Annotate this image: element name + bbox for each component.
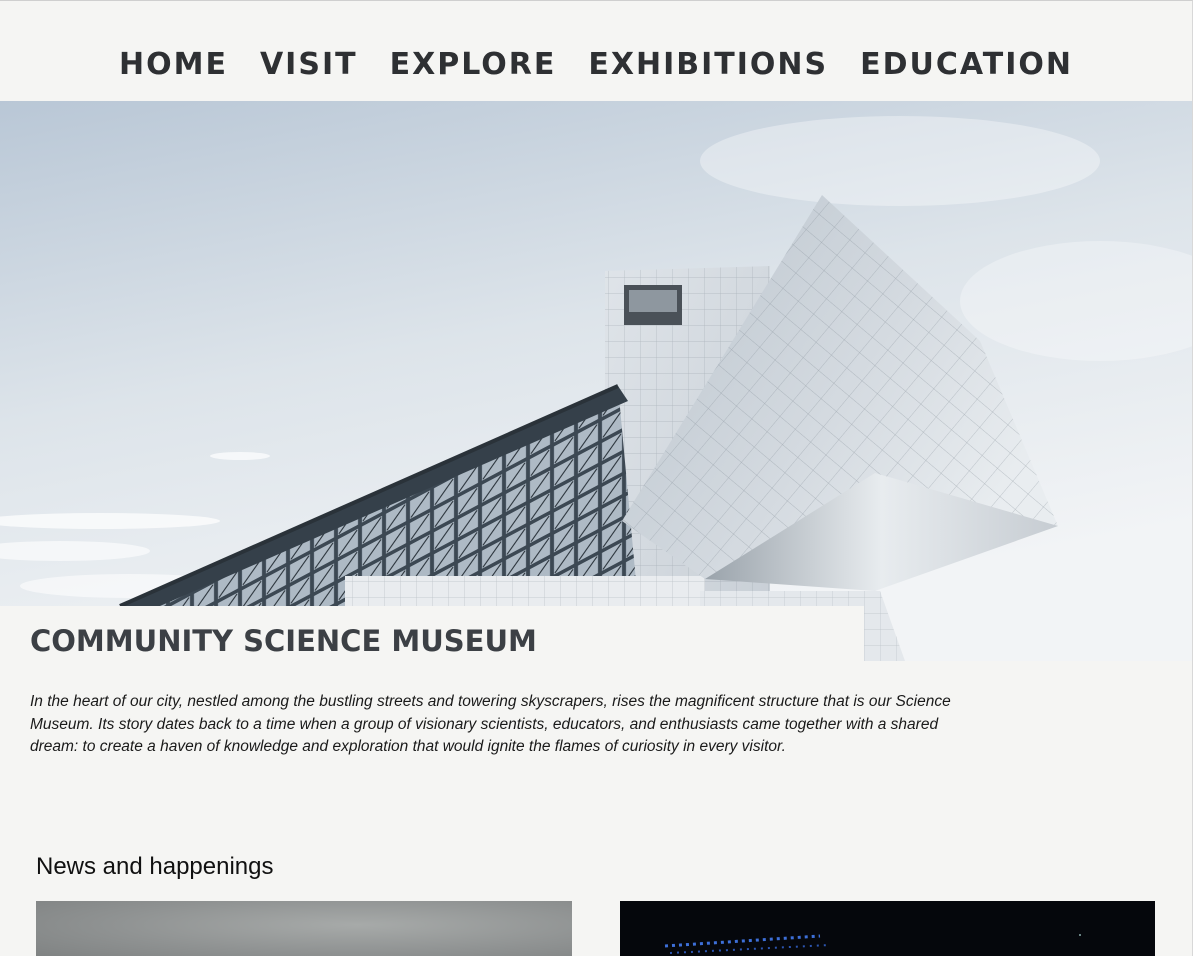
news-card-image[interactable]	[36, 901, 572, 956]
dark-photo	[664, 934, 1081, 954]
intro-paragraph: In the heart of our city, nestled among …	[30, 693, 951, 755]
page-title: COMMUNITY SCIENCE MUSEUM	[30, 624, 537, 658]
news-heading: News and happenings	[36, 853, 274, 880]
page: HOME VISIT EXPLORE EXHIBITIONS EDUCATION	[0, 0, 1193, 956]
nav-visit[interactable]: VISIT	[260, 45, 358, 85]
nav-home[interactable]: HOME	[119, 45, 228, 85]
nav-explore[interactable]: EXPLORE	[390, 45, 557, 85]
grey-photo	[36, 901, 572, 956]
main-nav: HOME VISIT EXPLORE EXHIBITIONS EDUCATION	[0, 1, 1192, 101]
news-card-image[interactable]	[620, 901, 1155, 956]
nav-education[interactable]: EDUCATION	[860, 45, 1073, 85]
hero-image	[0, 101, 1192, 661]
nav-exhibitions[interactable]: EXHIBITIONS	[588, 45, 828, 85]
museum-building-photo	[0, 101, 1192, 661]
